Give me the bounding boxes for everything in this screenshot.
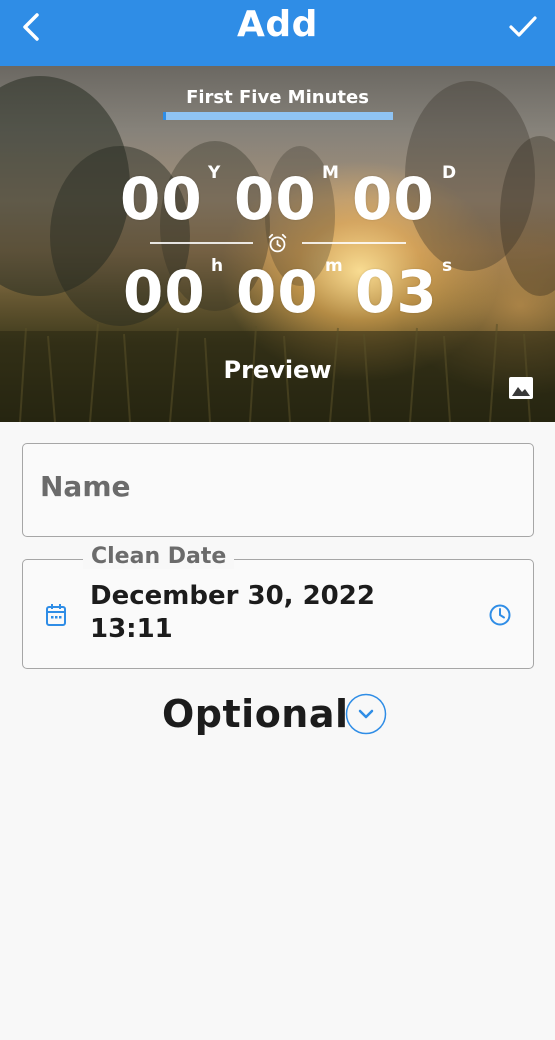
name-input[interactable]: Name xyxy=(22,443,534,537)
image-icon[interactable] xyxy=(507,374,535,402)
months-value: 00 xyxy=(234,165,317,233)
clean-time-text: 13:11 xyxy=(90,614,173,644)
hours-unit: h xyxy=(211,256,224,276)
clean-date-label: Clean Date xyxy=(83,544,235,569)
clock-icon[interactable] xyxy=(488,603,512,627)
check-icon[interactable] xyxy=(507,10,539,42)
page-title: Add xyxy=(237,4,318,45)
days-value: 00 xyxy=(352,165,435,233)
months-unit: M xyxy=(322,163,339,183)
clean-date-value: December 30, 2022 13:11 xyxy=(90,580,375,646)
preview-label: Preview xyxy=(223,356,332,384)
years-unit: Y xyxy=(208,163,221,183)
clean-date-text: December 30, 2022 xyxy=(90,581,375,611)
title-underline-bar xyxy=(163,112,393,120)
app-bar: Add xyxy=(0,0,555,66)
clean-date-field[interactable]: Clean Date December 30, 2022 13:11 xyxy=(22,544,534,669)
alarm-clock-icon xyxy=(268,233,287,253)
minutes-value: 00 xyxy=(236,258,319,326)
optional-label[interactable]: Optional xyxy=(162,692,349,736)
seconds-value: 03 xyxy=(355,258,438,326)
divider-right xyxy=(302,242,406,244)
name-placeholder: Name xyxy=(40,470,131,503)
seconds-unit: s xyxy=(442,256,453,276)
days-unit: D xyxy=(442,163,457,183)
chevron-down-icon[interactable] xyxy=(345,693,387,735)
minutes-unit: m xyxy=(325,256,343,276)
preview-card[interactable]: First Five Minutes 00 Y 00 M 00 D 00 h 0… xyxy=(0,66,555,422)
calendar-icon[interactable] xyxy=(45,603,67,627)
preview-title: First Five Minutes xyxy=(186,87,369,108)
hours-value: 00 xyxy=(123,258,206,326)
divider-left xyxy=(150,242,253,244)
years-value: 00 xyxy=(120,165,203,233)
